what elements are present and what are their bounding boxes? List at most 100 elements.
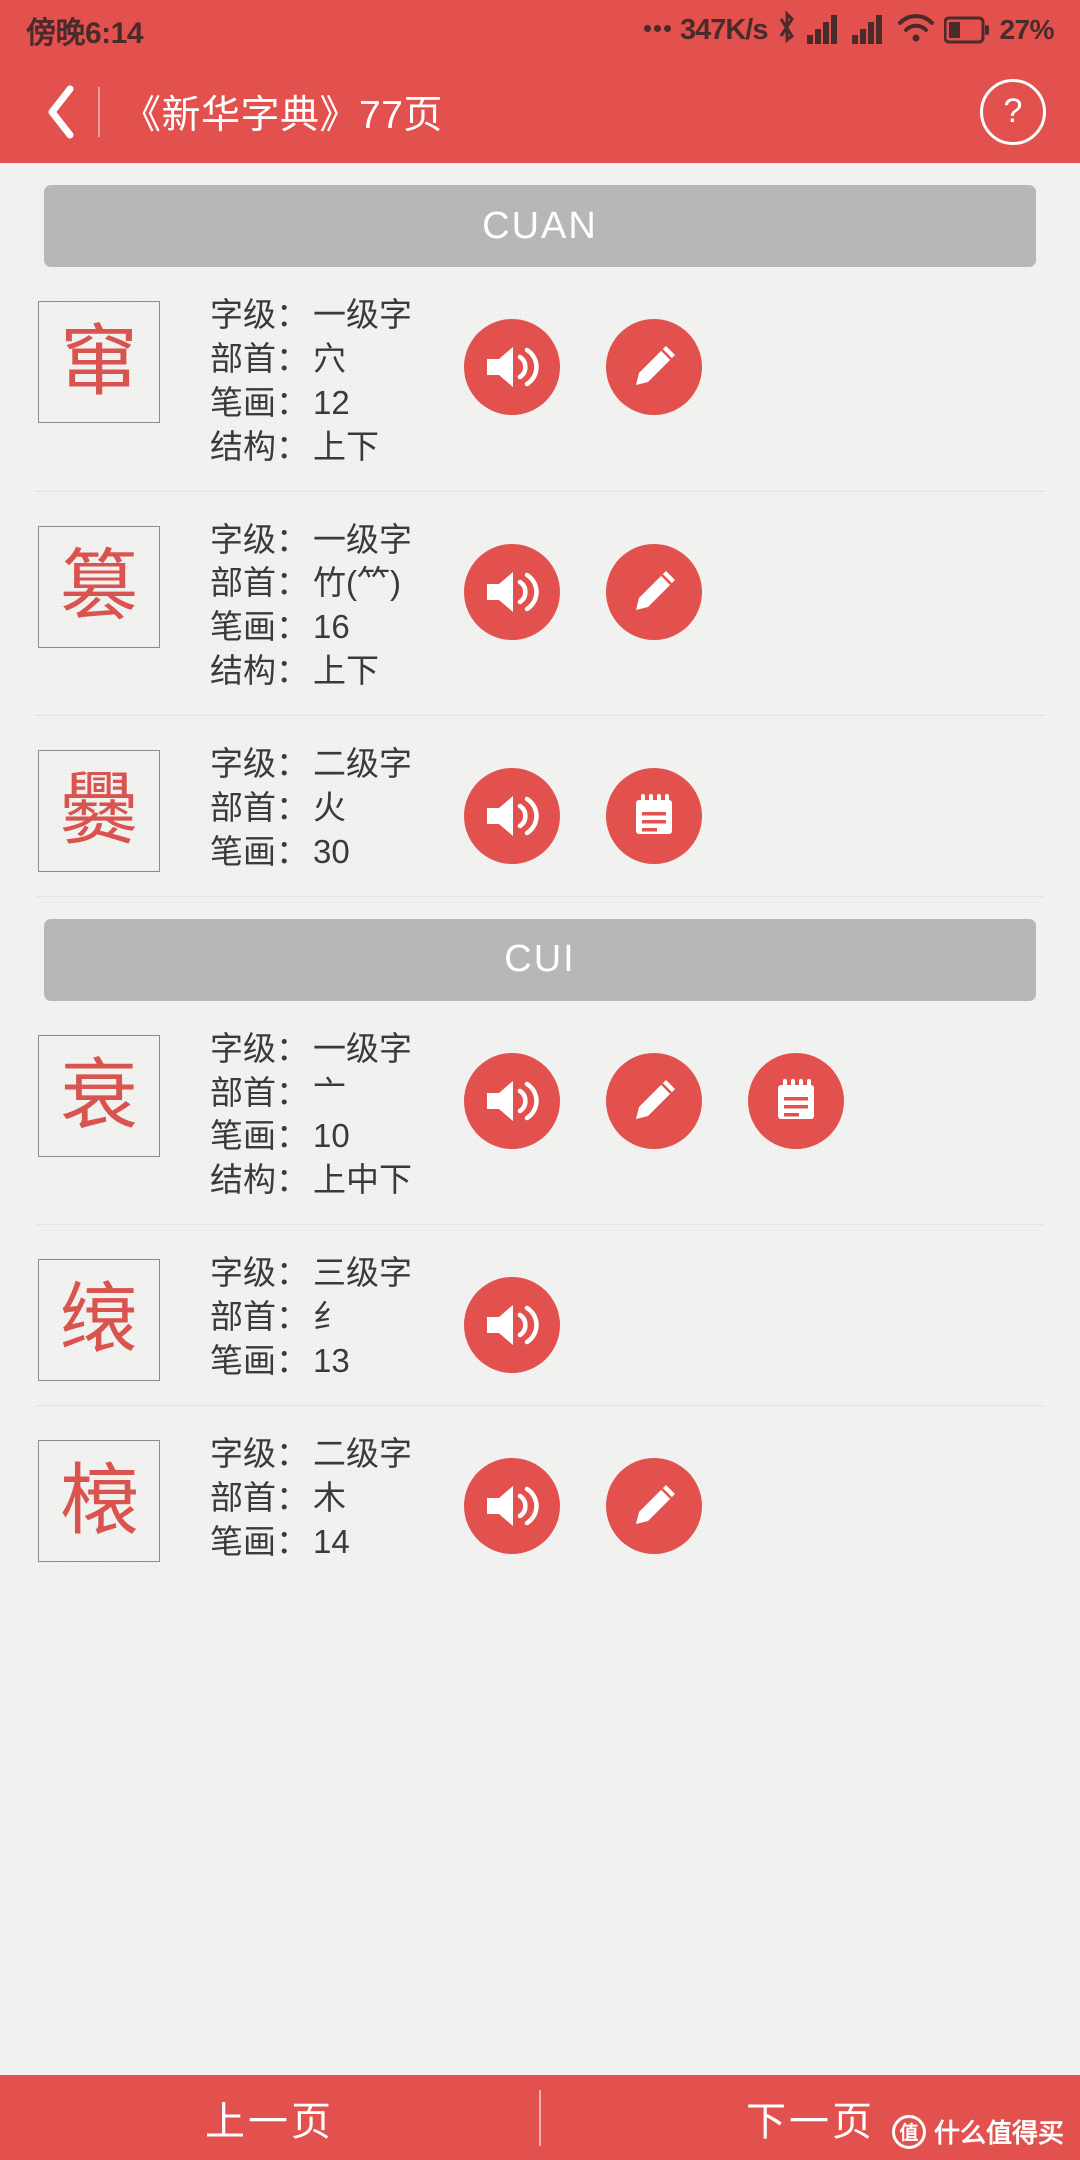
notes-button[interactable] bbox=[748, 1052, 844, 1149]
character-box[interactable]: 窜 bbox=[38, 301, 160, 423]
table-row[interactable]: 爨 字级： 二级字 部首： 火 笔画： 30 bbox=[36, 716, 1044, 897]
detail-value: 上下 bbox=[313, 652, 379, 690]
question-mark-icon: ? bbox=[1003, 92, 1023, 130]
detail-label: 笔画： bbox=[210, 608, 309, 646]
notes-button[interactable] bbox=[606, 768, 702, 864]
detail-label: 字级： bbox=[210, 520, 309, 558]
character-glyph: 爨 bbox=[59, 766, 138, 856]
detail-radical: 部首： 穴 bbox=[210, 337, 450, 381]
detail-value: 亠 bbox=[313, 1073, 346, 1111]
detail-structure: 结构： 上下 bbox=[210, 649, 450, 693]
write-button[interactable] bbox=[606, 1052, 702, 1149]
entry-details: 字级： 三级字 部首： 纟 笔画： 13 bbox=[210, 1249, 450, 1383]
watermark: 值 什么值得买 bbox=[891, 2113, 1064, 2150]
detail-label: 笔画： bbox=[210, 832, 309, 870]
detail-strokes: 笔画： 13 bbox=[210, 1339, 450, 1383]
detail-label: 结构： bbox=[210, 1161, 309, 1199]
section-title: CUAN bbox=[482, 204, 598, 247]
status-bar: 傍晚6:14 347K/s 27% bbox=[0, 0, 1080, 60]
entry-actions bbox=[464, 1277, 560, 1374]
entry-details: 字级： 二级字 部首： 火 笔画： 30 bbox=[210, 740, 450, 874]
chevron-left-icon bbox=[44, 85, 78, 139]
character-glyph: 篡 bbox=[59, 541, 138, 632]
entry-actions bbox=[464, 319, 702, 415]
detail-label: 部首： bbox=[210, 339, 309, 377]
entry-actions bbox=[464, 1052, 844, 1149]
detail-strokes: 笔画： 12 bbox=[210, 381, 450, 425]
pronounce-button[interactable] bbox=[464, 1457, 560, 1554]
pronounce-button[interactable] bbox=[464, 768, 560, 864]
detail-strokes: 笔画： 10 bbox=[210, 1114, 450, 1158]
character-box[interactable]: 榱 bbox=[38, 1439, 160, 1562]
detail-value: 一级字 bbox=[313, 296, 412, 333]
detail-value: 13 bbox=[313, 1341, 350, 1379]
prev-page-button[interactable]: 上一页 bbox=[0, 2089, 539, 2147]
entry-details: 字级： 一级字 部首： 穴 笔画： 12 结构： 上下 bbox=[210, 291, 450, 469]
detail-level: 字级： 一级字 bbox=[210, 293, 450, 337]
character-box[interactable]: 篡 bbox=[38, 525, 160, 648]
detail-label: 部首： bbox=[210, 1298, 309, 1335]
detail-value: 12 bbox=[313, 383, 350, 421]
app-screen: 傍晚6:14 347K/s 27% 《新华字典》77页 ? CUAN 窜 字级：… bbox=[0, 0, 1080, 2160]
detail-value: 纟 bbox=[313, 1298, 346, 1335]
notebook-icon bbox=[629, 790, 679, 842]
detail-label: 部首： bbox=[210, 1073, 309, 1111]
character-glyph: 榱 bbox=[59, 1455, 138, 1546]
detail-structure: 结构： 上中下 bbox=[210, 1158, 450, 1202]
detail-label: 字级： bbox=[210, 1434, 309, 1472]
detail-value: 一级字 bbox=[313, 520, 412, 558]
table-row[interactable]: 缞 字级： 三级字 部首： 纟 笔画： 13 bbox=[36, 1225, 1044, 1406]
pronounce-button[interactable] bbox=[464, 1052, 560, 1149]
detail-label: 结构： bbox=[210, 427, 309, 465]
detail-label: 字级： bbox=[210, 1029, 309, 1067]
detail-label: 笔画： bbox=[210, 383, 309, 421]
detail-value: 上中下 bbox=[313, 1161, 412, 1199]
detail-label: 笔画： bbox=[210, 1522, 309, 1560]
detail-label: 部首： bbox=[210, 1478, 309, 1516]
detail-value: 上下 bbox=[313, 427, 379, 465]
detail-radical: 部首： 木 bbox=[210, 1476, 450, 1520]
table-row[interactable]: 篡 字级： 一级字 部首： 竹(⺮) 笔画： 16 结构： 上下 bbox=[36, 492, 1044, 716]
table-row[interactable]: 窜 字级： 一级字 部首： 穴 笔画： 12 结构： 上下 bbox=[36, 267, 1044, 492]
pencil-icon bbox=[628, 1075, 680, 1127]
detail-value: 穴 bbox=[313, 339, 346, 377]
section-header-cui: CUI bbox=[44, 918, 1036, 1001]
detail-value: 一级字 bbox=[313, 1029, 412, 1067]
pronounce-button[interactable] bbox=[464, 319, 560, 415]
table-row[interactable]: 榱 字级： 二级字 部首： 木 笔画： 14 bbox=[36, 1406, 1044, 1586]
detail-level: 字级： 二级字 bbox=[210, 1432, 450, 1476]
detail-label: 部首： bbox=[210, 564, 309, 602]
detail-level: 字级： 一级字 bbox=[210, 1027, 450, 1071]
detail-radical: 部首： 亠 bbox=[210, 1071, 450, 1115]
detail-label: 字级： bbox=[210, 296, 309, 333]
status-time: 傍晚6:14 bbox=[26, 17, 144, 50]
detail-label: 字级： bbox=[210, 1254, 309, 1292]
write-button[interactable] bbox=[606, 319, 702, 415]
write-button[interactable] bbox=[606, 543, 702, 640]
character-box[interactable]: 爨 bbox=[38, 750, 160, 872]
pronounce-button[interactable] bbox=[464, 543, 560, 640]
character-box[interactable]: 缞 bbox=[38, 1259, 160, 1382]
speaker-icon bbox=[483, 1480, 541, 1532]
detail-radical: 部首： 纟 bbox=[210, 1295, 450, 1339]
character-box[interactable]: 衰 bbox=[38, 1034, 160, 1157]
bottom-nav-bar: 上一页 下一页 值 什么值得买 bbox=[0, 2075, 1080, 2160]
pronounce-button[interactable] bbox=[464, 1277, 560, 1374]
app-bar: 《新华字典》77页 ? bbox=[0, 60, 1080, 163]
detail-value: 16 bbox=[313, 608, 350, 646]
pencil-icon bbox=[628, 341, 680, 393]
battery-icon bbox=[944, 16, 990, 44]
write-button[interactable] bbox=[606, 1457, 702, 1554]
signal-icon bbox=[807, 12, 843, 49]
entry-details: 字级： 一级字 部首： 亠 笔画： 10 结构： 上中下 bbox=[210, 1025, 450, 1203]
help-button[interactable]: ? bbox=[980, 78, 1046, 145]
character-glyph: 窜 bbox=[59, 317, 138, 407]
back-button[interactable] bbox=[30, 81, 92, 143]
detail-value: 30 bbox=[313, 832, 350, 870]
entry-list[interactable]: CUAN 窜 字级： 一级字 部首： 穴 笔画： 12 结构： 上下 篡 字级：… bbox=[0, 163, 1080, 2075]
speaker-icon bbox=[483, 1299, 541, 1351]
table-row[interactable]: 衰 字级： 一级字 部首： 亠 笔画： 10 结构： 上中下 bbox=[36, 1001, 1044, 1226]
wifi-icon bbox=[897, 12, 935, 49]
character-glyph: 缞 bbox=[59, 1275, 138, 1366]
detail-level: 字级： 一级字 bbox=[210, 518, 450, 562]
